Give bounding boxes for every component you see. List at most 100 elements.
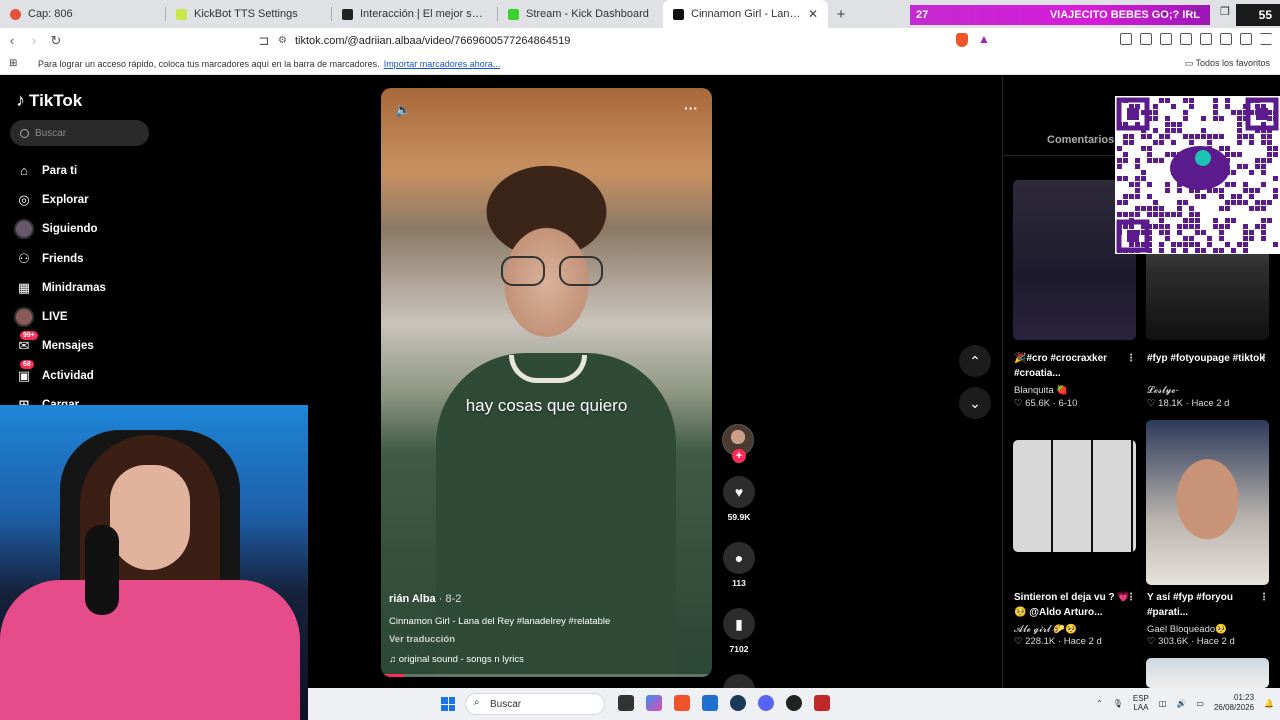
sidebar-item-actividad[interactable]: ▣ 68 Actividad: [14, 360, 106, 390]
sidebar-icon[interactable]: [1180, 33, 1192, 45]
notifications-icon[interactable]: 🔔: [1264, 699, 1274, 708]
related-video-author[interactable]: Gael Bloqueado🥺: [1147, 624, 1227, 635]
see-translation-link[interactable]: Ver traducción: [389, 634, 455, 645]
more-vertical-icon[interactable]: ⋮: [1259, 590, 1269, 605]
related-video-author[interactable]: Blanquita 🍓: [1014, 385, 1068, 396]
next-video-button[interactable]: ⌄: [959, 387, 991, 419]
back-icon[interactable]: ‹: [2, 33, 22, 48]
brave-shield-icon[interactable]: [956, 33, 968, 47]
video-player[interactable]: 🔈 ··· hay cosas que quiero rián Alba · 8…: [381, 88, 712, 677]
sidebar-item-siguiendo[interactable]: Siguiendo: [14, 215, 106, 244]
windows-taskbar: ⌕ Buscar ⌃ 🎙 ESP LAA ◫ 🔊 ▭ 01:23 26/08/2026…: [308, 688, 1280, 720]
reload-icon[interactable]: ↻: [46, 33, 66, 49]
brave-browser-icon[interactable]: [674, 695, 690, 711]
video-caption: hay cosas que quiero: [465, 396, 628, 415]
search-input[interactable]: Buscar: [10, 120, 149, 146]
webcam-overlay: [0, 405, 308, 720]
browser-tab[interactable]: Cap: 806: [0, 0, 165, 28]
tab-comentarios[interactable]: Comentarios: [1047, 134, 1114, 146]
related-video-stats: ♡ 303.6K · Hace 2 d: [1147, 636, 1235, 647]
language-indicator[interactable]: ESP LAA: [1133, 694, 1149, 712]
more-options-icon[interactable]: ···: [684, 100, 698, 116]
tab-favicon-icon: [10, 8, 21, 20]
wallet-icon[interactable]: [1200, 33, 1212, 45]
comment-action[interactable]: ● 113: [722, 542, 756, 588]
all-favorites-button[interactable]: ▭ Todos los favoritos: [1185, 58, 1270, 69]
related-likes: 18.1K: [1158, 398, 1183, 409]
sidebar-item-mensajes[interactable]: ✉ 99+ Mensajes: [14, 330, 106, 361]
bookmark-save-icon[interactable]: ▮: [723, 608, 755, 640]
related-video-author[interactable]: 𝓛𝓮𝓼𝓵𝔂𝓮-: [1147, 385, 1179, 396]
clock[interactable]: 01:23 26/08/2026: [1214, 693, 1254, 713]
menu-icon[interactable]: [1260, 33, 1272, 45]
import-bookmarks-link[interactable]: Importar marcadores ahora...: [384, 59, 501, 69]
creator-avatar[interactable]: +: [722, 424, 754, 463]
apps-grid-icon[interactable]: ⊞: [9, 58, 17, 69]
like-action[interactable]: ♥ 59.9K: [722, 476, 756, 522]
wifi-icon[interactable]: ◫: [1159, 699, 1167, 708]
browser-tab[interactable]: Stream - Kick Dashboard: [498, 0, 663, 28]
heart-outline-icon: ♡: [1147, 636, 1159, 647]
related-video-title[interactable]: Y así #fyp #foryou #parati... ⋮: [1147, 590, 1269, 620]
leo-icon[interactable]: [1220, 33, 1232, 45]
heart-icon[interactable]: ♥: [723, 476, 755, 508]
video-sound[interactable]: ♫ original sound - songs n lyrics: [389, 654, 524, 665]
follow-plus-icon[interactable]: +: [732, 449, 746, 463]
sidebar-item-minidramas[interactable]: ▦ Minidramas: [14, 273, 106, 302]
restore-icon[interactable]: ❐: [1220, 5, 1230, 18]
messages-badge: 99+: [20, 330, 38, 340]
related-video-thumbnail[interactable]: [1146, 420, 1269, 585]
windows-start-icon[interactable]: [441, 697, 455, 711]
taskbar-search[interactable]: ⌕ Buscar: [465, 693, 605, 715]
file-explorer-icon[interactable]: [618, 695, 634, 711]
copilot-icon[interactable]: [646, 695, 662, 711]
chevron-down-icon[interactable]: ⌄: [1160, 5, 1169, 18]
related-video-thumbnail[interactable]: [1013, 440, 1136, 552]
related-video-title[interactable]: Sintieron el deja vu ? 💗🥺 @Aldo Arturo..…: [1014, 590, 1136, 620]
app-icon[interactable]: [814, 695, 830, 711]
vpn-icon[interactable]: [1240, 33, 1252, 45]
previous-video-button[interactable]: ⌃: [959, 345, 991, 377]
more-vertical-icon[interactable]: ⋮: [1259, 351, 1269, 366]
sidebar-item-friends[interactable]: ⚇ Friends: [14, 244, 106, 273]
related-video-stats: ♡ 18.1K · Hace 2 d: [1147, 398, 1230, 409]
comment-icon[interactable]: ●: [723, 542, 755, 574]
microphone-icon[interactable]: 🎙: [1113, 699, 1123, 708]
battery-icon[interactable]: ▭: [1196, 699, 1204, 708]
bookmark-icon[interactable]: ⊐: [254, 33, 274, 49]
volume-icon[interactable]: 🔊: [1176, 699, 1186, 708]
video-progress-bar[interactable]: [381, 674, 712, 677]
minimize-icon[interactable]: —: [1189, 5, 1200, 18]
extension-icon[interactable]: [1140, 33, 1152, 45]
related-video-title[interactable]: #fyp #fotyoupage #tiktok ⋮: [1147, 351, 1269, 366]
related-video-thumbnail[interactable]: [1146, 658, 1269, 688]
store-icon[interactable]: [702, 695, 718, 711]
browser-tab[interactable]: Interacción | El mejor software para p: [332, 0, 497, 28]
related-video-title[interactable]: 🎉#cro #crocraxker #croatia... ⋮: [1014, 351, 1136, 381]
extension-icon[interactable]: [1120, 33, 1132, 45]
video-author[interactable]: rián Alba · 8-2: [389, 593, 461, 605]
close-tab-icon[interactable]: ✕: [808, 7, 818, 21]
sidebar-item-para-ti[interactable]: ⌂ Para ti: [14, 156, 106, 185]
brave-rewards-icon[interactable]: ▲: [978, 32, 990, 46]
steam-icon[interactable]: [730, 695, 746, 711]
browser-tab[interactable]: KickBot TTS Settings: [166, 0, 331, 28]
more-vertical-icon[interactable]: ⋮: [1126, 351, 1136, 366]
sidebar-item-explorar[interactable]: ◎ Explorar: [14, 185, 106, 214]
new-tab-button[interactable]: +: [828, 0, 854, 28]
chevron-up-icon[interactable]: ⌃: [1096, 699, 1103, 708]
save-action[interactable]: ▮ 7102: [722, 608, 756, 654]
discord-icon[interactable]: [758, 695, 774, 711]
forward-icon[interactable]: ›: [24, 33, 44, 48]
url-field[interactable]: ⚙ tiktok.com/@adriian.albaa/video/766960…: [278, 30, 998, 51]
browser-tab-active[interactable]: Cinnamon Girl - Lana del Rey #✕: [663, 0, 828, 28]
volume-icon[interactable]: 🔈: [395, 102, 411, 118]
tiktok-logo[interactable]: ♪ TikTok: [16, 90, 82, 111]
more-vertical-icon[interactable]: ⋮: [1126, 590, 1136, 605]
extension-icon[interactable]: [1160, 33, 1172, 45]
sidebar-item-live[interactable]: LIVE: [14, 302, 106, 331]
site-info-icon[interactable]: ⚙: [278, 35, 287, 46]
obs-icon[interactable]: [786, 695, 802, 711]
related-video-author[interactable]: 𝓐𝓵𝓮 𝓰𝓲𝓻𝓵 🌮🥺: [1014, 624, 1077, 635]
related-date: Hace 2 d: [1196, 636, 1235, 647]
